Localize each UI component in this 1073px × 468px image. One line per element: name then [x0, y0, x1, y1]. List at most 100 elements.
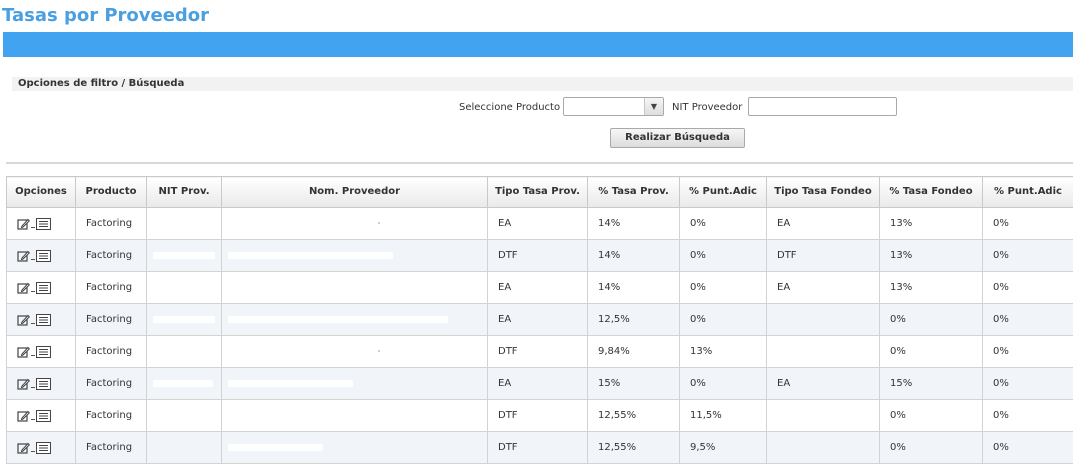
cell-producto: Factoring — [75, 207, 147, 240]
cell-nom-proveedor — [221, 399, 488, 432]
edit-icon[interactable] — [17, 410, 30, 422]
cell-punt-adic-fondeo: 0% — [982, 207, 1073, 240]
cell-punt-adic-fondeo: 0% — [982, 239, 1073, 272]
redacted-name — [228, 443, 323, 451]
cell-punt-adic-fondeo: 0% — [982, 271, 1073, 304]
list-detail-icon[interactable] — [36, 249, 51, 262]
list-detail-icon[interactable] — [36, 217, 51, 230]
icon-separator — [31, 251, 35, 260]
table-row: Factoring DTF 9,84% 13% 0% 0% — [6, 335, 1073, 368]
row-options — [6, 335, 76, 368]
col-tipo-tasa-prov: Tipo Tasa Prov. — [487, 176, 588, 208]
cell-nom-proveedor — [221, 207, 488, 240]
cell-nom-proveedor — [221, 367, 488, 400]
cell-producto: Factoring — [75, 239, 147, 272]
cell-tasa-prov: 9,84% — [587, 335, 680, 368]
cell-producto: Factoring — [75, 399, 147, 432]
list-detail-icon[interactable] — [36, 313, 51, 326]
cell-tipo-tasa-fondeo: DTF — [766, 239, 880, 272]
edit-icon[interactable] — [17, 346, 30, 358]
redacted-name — [228, 251, 393, 259]
nit-input[interactable] — [748, 97, 897, 116]
edit-icon[interactable] — [17, 218, 30, 230]
table-row: Factoring DTF 14% 0% DTF 13% 0% — [6, 239, 1073, 272]
header-bar — [3, 32, 1073, 57]
row-options — [6, 431, 76, 464]
filter-row: Seleccione Producto ▼ NIT Proveedor — [0, 97, 1073, 119]
cell-tipo-tasa-fondeo — [766, 431, 880, 464]
cell-tipo-tasa-prov: DTF — [487, 431, 588, 464]
cell-punt-adic: 0% — [679, 207, 767, 240]
filter-section-title: Opciones de filtro / Búsqueda — [12, 77, 1073, 91]
cell-tasa-prov: 14% — [587, 271, 680, 304]
cell-punt-adic-fondeo: 0% — [982, 399, 1073, 432]
icon-separator — [31, 315, 35, 324]
cell-tipo-tasa-prov: EA — [487, 271, 588, 304]
search-button[interactable]: Realizar Búsqueda — [610, 128, 745, 148]
row-options — [6, 271, 76, 304]
cell-tipo-tasa-fondeo: EA — [766, 207, 880, 240]
cell-nom-proveedor — [221, 335, 488, 368]
edit-icon[interactable] — [17, 282, 30, 294]
cell-tipo-tasa-prov: DTF — [487, 239, 588, 272]
list-detail-icon[interactable] — [36, 345, 51, 358]
cell-tipo-tasa-fondeo: EA — [766, 367, 880, 400]
cell-tipo-tasa-prov: DTF — [487, 399, 588, 432]
edit-icon[interactable] — [17, 314, 30, 326]
icon-separator — [31, 219, 35, 228]
list-detail-icon[interactable] — [36, 441, 51, 454]
edit-icon[interactable] — [17, 250, 30, 262]
cell-punt-adic: 0% — [679, 303, 767, 336]
col-producto: Producto — [75, 176, 147, 208]
col-tipo-tasa-fondeo: Tipo Tasa Fondeo — [766, 176, 880, 208]
row-options — [6, 239, 76, 272]
list-detail-icon[interactable] — [36, 281, 51, 294]
cell-tasa-fondeo: 13% — [879, 239, 983, 272]
table-row: Factoring DTF 12,55% 11,5% 0% 0% — [6, 399, 1073, 432]
table-row: Factoring EA 12,5% 0% 0% 0% — [6, 303, 1073, 336]
redacted-nit — [153, 315, 215, 323]
cell-nit-prov — [146, 399, 222, 432]
cell-nit-prov — [146, 303, 222, 336]
product-select[interactable]: ▼ — [563, 97, 664, 116]
cell-tasa-fondeo: 13% — [879, 271, 983, 304]
col-nom-proveedor: Nom. Proveedor — [221, 176, 488, 208]
cell-producto: Factoring — [75, 271, 147, 304]
table-header-row: Opciones Producto NIT Prov. Nom. Proveed… — [6, 176, 1073, 208]
table-row: Factoring DTF 12,55% 9,5% 0% 0% — [6, 431, 1073, 464]
col-punt-adic-fondeo: % Punt.Adic — [982, 176, 1073, 208]
cell-tasa-fondeo: 0% — [879, 303, 983, 336]
table-row: Factoring EA 14% 0% EA 13% 0% — [6, 207, 1073, 240]
cell-tipo-tasa-prov: DTF — [487, 335, 588, 368]
cell-tipo-tasa-fondeo — [766, 335, 880, 368]
cell-tasa-fondeo: 0% — [879, 399, 983, 432]
redacted-name — [378, 350, 380, 352]
edit-icon[interactable] — [17, 442, 30, 454]
cell-nit-prov — [146, 207, 222, 240]
cell-tasa-fondeo: 0% — [879, 335, 983, 368]
col-punt-adic: % Punt.Adic — [679, 176, 767, 208]
row-options — [6, 399, 76, 432]
cell-nom-proveedor — [221, 271, 488, 304]
cell-tipo-tasa-fondeo: EA — [766, 271, 880, 304]
cell-tasa-prov: 14% — [587, 207, 680, 240]
redacted-name — [228, 315, 448, 323]
cell-punt-adic: 0% — [679, 367, 767, 400]
cell-nit-prov — [146, 367, 222, 400]
cell-tasa-fondeo: 0% — [879, 431, 983, 464]
redacted-name — [228, 379, 353, 387]
chevron-down-icon[interactable]: ▼ — [644, 98, 663, 115]
cell-nit-prov — [146, 271, 222, 304]
cell-producto: Factoring — [75, 303, 147, 336]
cell-nit-prov — [146, 335, 222, 368]
col-nit-prov: NIT Prov. — [146, 176, 222, 208]
list-detail-icon[interactable] — [36, 377, 51, 390]
list-detail-icon[interactable] — [36, 409, 51, 422]
row-options — [6, 367, 76, 400]
cell-tasa-prov: 15% — [587, 367, 680, 400]
cell-punt-adic: 11,5% — [679, 399, 767, 432]
edit-icon[interactable] — [17, 378, 30, 390]
icon-separator — [31, 379, 35, 388]
row-options — [6, 303, 76, 336]
nit-label: NIT Proveedor — [672, 102, 743, 113]
